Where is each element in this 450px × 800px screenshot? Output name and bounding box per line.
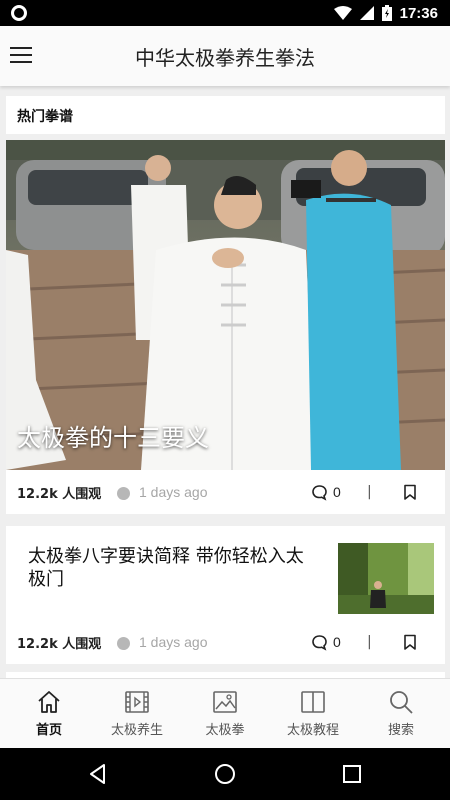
tab-taiji-health[interactable]: 太极养生	[92, 679, 182, 749]
tab-label: 太极教程	[286, 723, 339, 738]
comment-count: 0	[333, 634, 341, 650]
app-title: 中华太极拳养生拳法	[135, 46, 315, 70]
article-title: 太极拳八字要诀简释 带你轻松入太极门	[28, 546, 304, 590]
section-title: 热门拳谱	[17, 109, 73, 125]
home-icon	[38, 691, 60, 713]
tab-label: 太极拳	[205, 723, 245, 738]
view-count: 12.2k 人围观	[17, 487, 102, 502]
system-nav-bar	[0, 748, 450, 800]
tab-search[interactable]: 搜索	[356, 679, 446, 749]
post-time: 1 days ago	[139, 484, 208, 500]
tab-taiji-tutorial[interactable]: 太极教程	[268, 679, 358, 749]
comment-icon[interactable]	[311, 634, 328, 651]
author-avatar	[117, 637, 130, 650]
post-time: 1 days ago	[139, 634, 208, 650]
article-card[interactable]: 太极拳八字要诀简释 带你轻松入太极门 12.2k 人围观 1 days ago …	[6, 526, 445, 664]
view-count: 12.2k 人围观	[17, 637, 102, 652]
video-icon	[125, 691, 149, 713]
status-bar: 17:36	[0, 0, 450, 26]
thumbnail-illustration	[338, 543, 434, 614]
status-icons: 17:36	[333, 0, 438, 26]
home-circle-icon[interactable]	[213, 762, 237, 786]
featured-article-card[interactable]: 太极拳的十三要义 12.2k 人围观 1 days ago 0 |	[6, 140, 445, 514]
comment-icon[interactable]	[311, 484, 328, 501]
featured-image: 太极拳的十三要义	[6, 140, 445, 470]
search-icon	[390, 691, 413, 714]
wifi-icon	[333, 6, 352, 20]
signal-icon	[359, 6, 374, 20]
tab-label: 搜索	[387, 723, 414, 738]
article-thumbnail	[338, 543, 434, 614]
tab-home[interactable]: 首页	[4, 679, 94, 749]
back-icon[interactable]	[86, 762, 110, 786]
app-bar: 中华太极拳养生拳法	[0, 26, 450, 86]
featured-title: 太极拳的十三要义	[17, 424, 209, 452]
separator: |	[367, 484, 372, 500]
section-header: 热门拳谱	[6, 96, 445, 134]
tab-label: 首页	[35, 723, 62, 738]
article-meta: 12.2k 人围观 1 days ago 0 |	[6, 620, 445, 664]
notification-icon	[11, 5, 27, 21]
image-icon	[213, 691, 237, 713]
bookmark-icon[interactable]	[403, 484, 417, 501]
content-feed[interactable]: 热门拳谱 太极拳的十三要义 12.2k 人围观 1 days ago 0 | 太…	[0, 86, 450, 678]
recents-icon[interactable]	[340, 762, 364, 786]
tab-taijiquan[interactable]: 太极拳	[180, 679, 270, 749]
battery-icon	[381, 5, 392, 21]
bottom-tab-bar: 首页 太极养生 太极拳 太极教程 搜索	[0, 678, 450, 748]
book-icon	[301, 691, 325, 713]
featured-meta: 12.2k 人围观 1 days ago 0 |	[6, 470, 445, 514]
clock: 17:36	[399, 4, 438, 22]
author-avatar	[117, 487, 130, 500]
bookmark-icon[interactable]	[403, 634, 417, 651]
comment-count: 0	[333, 484, 341, 500]
separator: |	[367, 634, 372, 650]
tab-label: 太极养生	[110, 723, 163, 738]
